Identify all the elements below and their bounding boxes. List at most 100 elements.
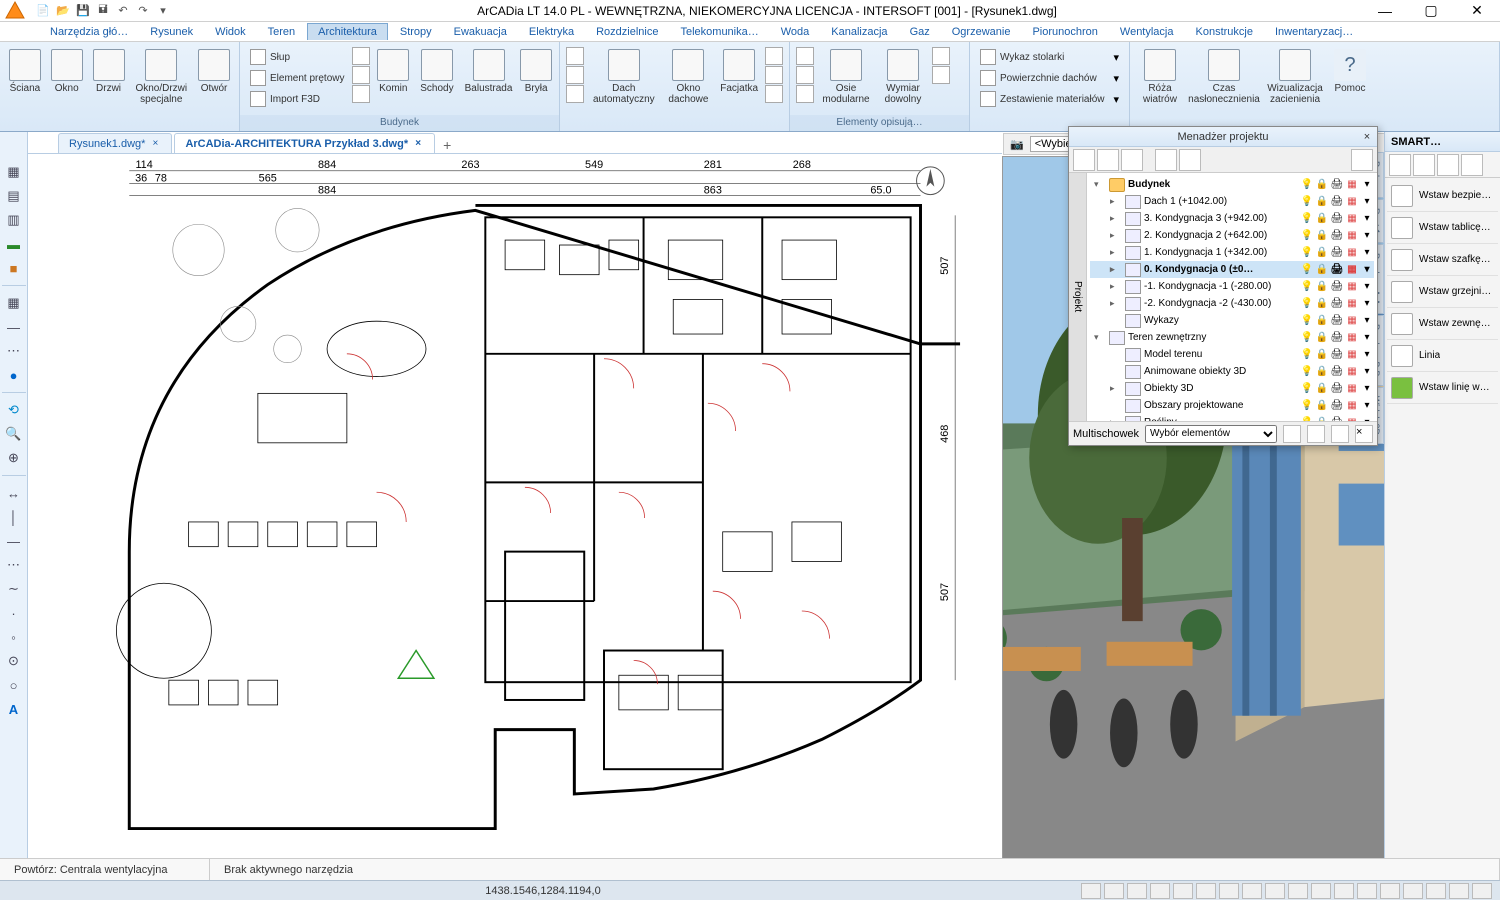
bar-element-button[interactable]: Element prętowy — [246, 68, 348, 88]
lbl3-icon[interactable]: — — [4, 531, 24, 551]
refresh-icon[interactable]: ⟲ — [4, 400, 24, 420]
tree-node[interactable]: ▸3. Kondygnacja 3 (+942.00)💡🔒🖨▦▾ — [1090, 210, 1374, 227]
tree-node[interactable]: ▸1. Kondygnacja 1 (+342.00)💡🔒🖨▦▾ — [1090, 244, 1374, 261]
tab-construction[interactable]: Konstrukcje — [1186, 24, 1263, 40]
sb17-icon[interactable] — [1449, 883, 1469, 899]
pmtb3-icon[interactable] — [1121, 149, 1143, 171]
doc-tab-1[interactable]: Rysunek1.dwg*× — [58, 133, 172, 153]
lb6-icon[interactable]: ▦ — [4, 293, 24, 313]
tree-node[interactable]: ▸2. Kondygnacja 2 (+642.00)💡🔒🖨▦▾ — [1090, 227, 1374, 244]
tree-node[interactable]: ▸0. Kondygnacja 0 (±0…💡🔒🖨▦▾ — [1090, 261, 1374, 278]
lb8-icon[interactable]: ⋯ — [4, 341, 24, 361]
s4-icon[interactable] — [1461, 154, 1483, 176]
sb5-icon[interactable] — [1173, 883, 1193, 899]
tree-node[interactable]: ▸Obiekty 3D💡🔒🖨▦▾ — [1090, 380, 1374, 397]
lb9-icon[interactable]: ● — [4, 365, 24, 385]
close-tab-icon[interactable]: × — [412, 138, 424, 150]
qat-more-icon[interactable]: ▾ — [154, 2, 172, 20]
shading-viz-button[interactable]: Wizualizacja zacienienia — [1262, 45, 1328, 113]
tab-gas[interactable]: Gaz — [900, 24, 940, 40]
maximize-button[interactable]: ▢ — [1408, 0, 1454, 22]
sb8-icon[interactable] — [1242, 883, 1262, 899]
sb12-icon[interactable] — [1334, 883, 1354, 899]
pmft3-icon[interactable] — [1331, 425, 1349, 443]
close-button[interactable]: ✕ — [1454, 0, 1500, 22]
s1-icon[interactable] — [1389, 154, 1411, 176]
close-tab-icon[interactable]: × — [149, 138, 161, 150]
tab-floors[interactable]: Stropy — [390, 24, 442, 40]
lbl4-icon[interactable]: ⋯ — [4, 555, 24, 575]
qat-new-icon[interactable]: 📄 — [34, 2, 52, 20]
wall-button[interactable]: Ściana — [4, 45, 46, 113]
lb7-icon[interactable]: — — [4, 317, 24, 337]
smart-item-0[interactable]: Wstaw bezpie… — [1387, 180, 1498, 212]
dormer-button[interactable]: Facjatka — [715, 45, 763, 113]
sb10-icon[interactable] — [1288, 883, 1308, 899]
import-f3d-button[interactable]: Import F3D — [246, 89, 348, 109]
chimney-button[interactable]: Komin — [372, 45, 414, 113]
column-button[interactable]: Słup — [246, 47, 348, 67]
pmtb1-icon[interactable] — [1073, 149, 1095, 171]
sb2-icon[interactable] — [1104, 883, 1124, 899]
special-window-door-button[interactable]: Okno/Drzwi specjalne — [129, 45, 193, 113]
sb16-icon[interactable] — [1426, 883, 1446, 899]
tree-node[interactable]: ▸-1. Kondygnacja -1 (-280.00)💡🔒🖨▦▾ — [1090, 278, 1374, 295]
free-dimension-button[interactable]: Wymiar dowolny — [876, 45, 930, 113]
smart-item-5[interactable]: Linia — [1387, 340, 1498, 372]
rf5-icon[interactable] — [765, 66, 783, 84]
tab-view[interactable]: Widok — [205, 24, 256, 40]
qat-redo-icon[interactable]: ↷ — [134, 2, 152, 20]
lbl8-icon[interactable]: ⊙ — [4, 651, 24, 671]
lbl1-icon[interactable]: ↔ — [4, 483, 24, 503]
door-button[interactable]: Drzwi — [88, 45, 130, 113]
rf1-icon[interactable] — [566, 47, 584, 65]
tree-node[interactable]: Obszary projektowane💡🔒🖨▦▾ — [1090, 397, 1374, 414]
tab-electric[interactable]: Elektryka — [519, 24, 584, 40]
lbl2-icon[interactable]: │ — [4, 507, 24, 527]
qat-save-icon[interactable]: 💾 — [74, 2, 92, 20]
cam-icon[interactable]: 📷 — [1010, 138, 1024, 151]
qat-saveall-icon[interactable]: 🖬 — [94, 2, 112, 20]
tab-ventilation[interactable]: Wentylacja — [1110, 24, 1184, 40]
tree-node[interactable]: Wykazy💡🔒🖨▦▾ — [1090, 312, 1374, 329]
tree-node[interactable]: ▾Teren zewnętrzny💡🔒🖨▦▾ — [1090, 329, 1374, 346]
pm-close-icon[interactable]: × — [1360, 130, 1374, 144]
pmtb5-icon[interactable] — [1179, 149, 1201, 171]
sb13-icon[interactable] — [1357, 883, 1377, 899]
auto-roof-button[interactable]: Dach automatyczny — [586, 45, 662, 113]
roof-window-button[interactable]: Okno dachowe — [662, 45, 716, 113]
floor-plan[interactable]: 114 884 263 549 281 268 36 78 565 884 86… — [30, 156, 1000, 878]
pmtb2-icon[interactable] — [1097, 149, 1119, 171]
tab-drawing[interactable]: Rysunek — [140, 24, 203, 40]
sb1-icon[interactable] — [1081, 883, 1101, 899]
sb18-icon[interactable] — [1472, 883, 1492, 899]
sb4-icon[interactable] — [1150, 883, 1170, 899]
tree-node[interactable]: ▸Rośliny💡🔒🖨▦▾ — [1090, 414, 1374, 421]
joinery-list-button[interactable]: Wykaz stolarki▾ — [976, 47, 1123, 67]
project-manager-panel[interactable]: Menadżer projektu× Projekt ▾Budynek💡🔒🖨▦▾… — [1068, 126, 1378, 446]
sb11-icon[interactable] — [1311, 883, 1331, 899]
lb4-icon[interactable]: ▬ — [4, 234, 24, 254]
pmft1-icon[interactable] — [1283, 425, 1301, 443]
lbl6-icon[interactable]: · — [4, 603, 24, 623]
help-button[interactable]: ?Pomoc — [1328, 45, 1372, 113]
tab-evacuation[interactable]: Ewakuacja — [444, 24, 517, 40]
tab-inventory[interactable]: Inwentaryzacj… — [1265, 24, 1363, 40]
ax3-icon[interactable] — [796, 85, 814, 103]
tab-water[interactable]: Woda — [771, 24, 820, 40]
rf2-icon[interactable] — [566, 66, 584, 84]
sb3-icon[interactable] — [1127, 883, 1147, 899]
tree-node[interactable]: ▾Budynek💡🔒🖨▦▾ — [1090, 176, 1374, 193]
tab-switchboards[interactable]: Rozdzielnice — [586, 24, 668, 40]
ax5-icon[interactable] — [932, 66, 950, 84]
ax2-icon[interactable] — [796, 66, 814, 84]
tree-node[interactable]: ▸-2. Kondygnacja -2 (-430.00)💡🔒🖨▦▾ — [1090, 295, 1374, 312]
tab-sewage[interactable]: Kanalizacja — [821, 24, 897, 40]
smart-item-4[interactable]: Wstaw zewnę… — [1387, 308, 1498, 340]
opening-button[interactable]: Otwór — [193, 45, 235, 113]
rf6-icon[interactable] — [765, 85, 783, 103]
lb5-icon[interactable]: ■ — [4, 258, 24, 278]
smart-item-6[interactable]: Wstaw linię w… — [1387, 372, 1498, 404]
zoom-in-icon[interactable]: 🔍 — [4, 424, 24, 444]
text-icon[interactable]: A — [4, 699, 24, 719]
